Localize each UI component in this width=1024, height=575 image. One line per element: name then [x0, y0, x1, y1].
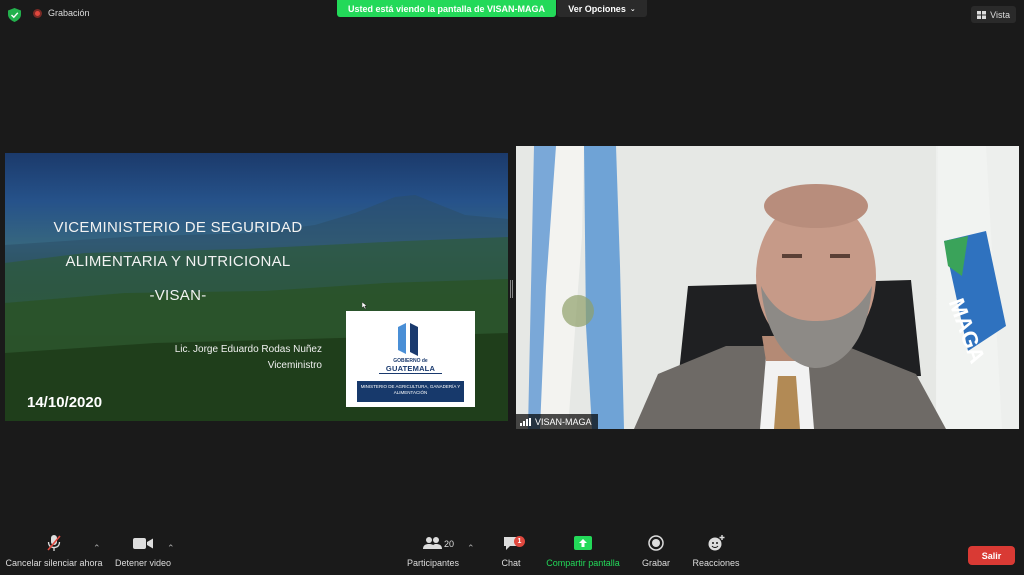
- participant-name-label: VISAN-MAGA: [516, 414, 598, 429]
- chat-button[interactable]: 1 Chat: [496, 533, 526, 568]
- participant-video-frame: MAGA: [516, 146, 1019, 429]
- participants-options-chevron-icon[interactable]: ⌃: [467, 543, 475, 554]
- split-view-divider[interactable]: [510, 280, 513, 298]
- reactions-label: Reacciones: [692, 558, 740, 568]
- view-label: Vista: [990, 9, 1010, 20]
- recording-label: Grabación: [48, 8, 90, 18]
- participants-label: Participantes: [406, 558, 460, 568]
- unmute-button[interactable]: Cancelar silenciar ahora: [5, 533, 103, 568]
- reactions-icon: [707, 533, 725, 553]
- logo-ministry-text: MINISTERIO DE AGRICULTURA, GANADERÍA Y A…: [357, 381, 464, 402]
- leave-meeting-button[interactable]: Salir: [968, 546, 1015, 565]
- participants-button[interactable]: 20 Participantes: [404, 533, 462, 568]
- guatemala-emblem-icon: [398, 323, 418, 356]
- chat-label: Chat: [501, 558, 521, 568]
- share-screen-label: Compartir pantalla: [546, 558, 620, 568]
- meeting-toolbar: Cancelar silenciar ahora ⌃ Detener video…: [0, 533, 1024, 575]
- participants-icon: [423, 533, 443, 553]
- shared-screen-slide[interactable]: VICEMINISTERIO DE SEGURIDAD ALIMENTARIA …: [5, 153, 508, 421]
- slide-author: Lic. Jorge Eduardo Rodas Nuñez: [174, 344, 322, 355]
- slide-title-line-3: -VISAN-: [149, 287, 207, 304]
- record-icon: [648, 533, 664, 553]
- participant-video-tile[interactable]: MAGA VISAN-MAGA: [516, 146, 1019, 429]
- chat-badge: 1: [514, 536, 525, 547]
- view-button[interactable]: Vista: [971, 6, 1016, 23]
- government-logo: GOBIERNO de GUATEMALA MINISTERIO DE AGRI…: [346, 311, 475, 407]
- reactions-button[interactable]: Reacciones: [691, 533, 741, 568]
- shield-icon[interactable]: [8, 8, 21, 22]
- grid-view-icon: [977, 10, 987, 19]
- slide-title-line-2: ALIMENTARIA Y NUTRICIONAL: [65, 253, 291, 270]
- view-options-button[interactable]: Ver Opciones ⌄: [557, 0, 647, 17]
- participants-count: 20: [444, 539, 455, 549]
- logo-guatemala-text: GUATEMALA: [385, 364, 436, 373]
- mouse-cursor-icon: [362, 302, 367, 309]
- share-screen-icon: [574, 533, 592, 553]
- stop-video-button[interactable]: Detener video: [112, 533, 174, 568]
- video-camera-icon: [133, 533, 153, 553]
- share-banner: Usted está viendo la pantalla de VISAN-M…: [337, 0, 556, 17]
- signal-icon: [520, 417, 531, 426]
- record-button[interactable]: Grabar: [638, 533, 674, 568]
- view-options-label: Ver Opciones: [568, 3, 626, 14]
- audio-options-chevron-icon[interactable]: ⌃: [93, 543, 101, 554]
- chevron-down-icon: ⌄: [629, 5, 636, 13]
- slide-title-line-1: VICEMINISTERIO DE SEGURIDAD: [53, 219, 303, 236]
- video-options-chevron-icon[interactable]: ⌃: [167, 543, 175, 554]
- record-dot-icon: [33, 8, 42, 18]
- top-bar: Grabación Usted está viendo la pantalla …: [0, 0, 1024, 30]
- logo-divider: [379, 373, 442, 374]
- share-screen-button[interactable]: Compartir pantalla: [543, 533, 623, 568]
- slide-date: 14/10/2020: [27, 394, 103, 411]
- recording-indicator[interactable]: Grabación: [33, 8, 90, 18]
- record-label: Grabar: [641, 558, 670, 568]
- stop-video-label: Detener video: [114, 558, 172, 568]
- participant-name: VISAN-MAGA: [535, 416, 592, 427]
- microphone-muted-icon: [46, 533, 62, 553]
- slide-role: Viceministro: [267, 360, 322, 371]
- unmute-label: Cancelar silenciar ahora: [5, 558, 103, 568]
